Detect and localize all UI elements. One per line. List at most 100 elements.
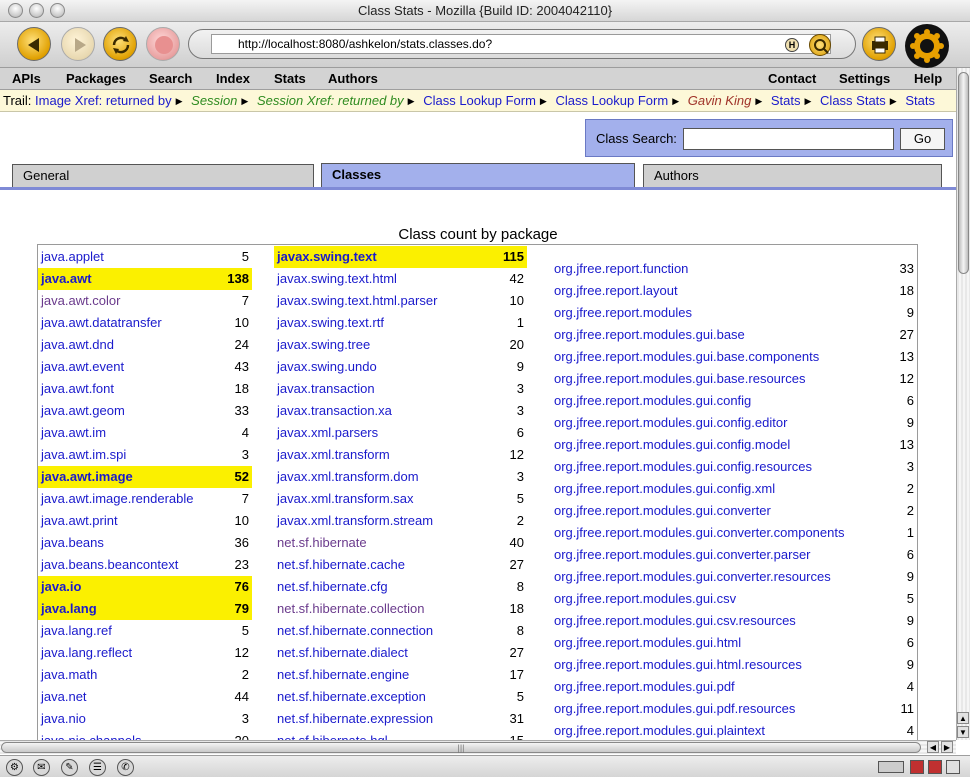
go-button[interactable]: Go [900, 128, 945, 150]
trail-item-link[interactable]: Stats [905, 93, 935, 108]
trail-item[interactable]: Class Lookup Form ▶ [420, 93, 552, 108]
package-link[interactable]: net.sf.hibernate.engine [277, 664, 409, 686]
package-link[interactable]: org.jfree.report.modules.gui.config.xml [554, 478, 775, 500]
trail-item-link[interactable]: Class Stats [820, 93, 886, 108]
package-link[interactable]: javax.swing.text.rtf [277, 312, 384, 334]
package-link[interactable]: org.jfree.report.modules.gui.base [554, 324, 745, 346]
package-link[interactable]: org.jfree.report.modules.gui.base.resour… [554, 368, 805, 390]
package-link[interactable]: net.sf.hibernate.dialect [277, 642, 408, 664]
package-link[interactable]: org.jfree.report.modules.gui.html [554, 632, 741, 654]
package-link[interactable]: org.jfree.report.modules.gui.config [554, 390, 751, 412]
close-window-icon[interactable] [8, 3, 23, 18]
package-link[interactable]: org.jfree.report.function [554, 258, 688, 280]
package-link[interactable]: java.awt.font [41, 378, 114, 400]
trail-item[interactable]: Stats ▶ [767, 93, 816, 108]
package-link[interactable]: java.awt [41, 268, 92, 290]
package-link[interactable]: org.jfree.report.modules.gui.plaintext [554, 720, 765, 742]
package-link[interactable]: javax.swing.undo [277, 356, 377, 378]
package-link[interactable]: java.lang.ref [41, 620, 112, 642]
package-link[interactable]: javax.swing.text.html.parser [277, 290, 437, 312]
menu-search[interactable]: Search [149, 68, 192, 90]
class-search-input[interactable] [683, 128, 894, 150]
search-icon[interactable] [809, 34, 831, 56]
trail-item-link[interactable]: Session Xref: returned by [257, 93, 404, 108]
trail-item-link[interactable]: Image Xref: returned by [35, 93, 172, 108]
package-link[interactable]: org.jfree.report.layout [554, 280, 678, 302]
package-link[interactable]: net.sf.hibernate.connection [277, 620, 433, 642]
package-link[interactable]: javax.xml.transform.sax [277, 488, 414, 510]
package-link[interactable]: java.lang [41, 598, 97, 620]
trail-item[interactable]: Class Stats ▶ [816, 93, 901, 108]
package-link[interactable]: org.jfree.report.modules.gui.converter.c… [554, 522, 845, 544]
reload-button[interactable] [103, 27, 137, 61]
package-link[interactable]: java.beans.beancontext [41, 554, 178, 576]
package-link[interactable]: java.awt.image.renderable [41, 488, 193, 510]
package-link[interactable]: javax.transaction.xa [277, 400, 392, 422]
package-link[interactable]: net.sf.hibernate.cfg [277, 576, 388, 598]
mail-icon[interactable]: ✉ [33, 759, 50, 776]
trail-item[interactable]: Session Xref: returned by ▶ [253, 93, 419, 108]
navigator-icon[interactable]: ⚙ [6, 759, 23, 776]
address-book-icon[interactable]: ☰ [89, 759, 106, 776]
stop-button[interactable] [146, 27, 180, 61]
package-link[interactable]: net.sf.hibernate [277, 532, 367, 554]
menu-index[interactable]: Index [216, 68, 250, 90]
chat-icon[interactable]: ✆ [117, 759, 134, 776]
package-link[interactable]: org.jfree.report.modules.gui.config.edit… [554, 412, 787, 434]
trail-item[interactable]: Image Xref: returned by ▶ [35, 93, 188, 108]
menu-stats[interactable]: Stats [274, 68, 306, 90]
package-link[interactable]: javax.swing.tree [277, 334, 370, 356]
package-link[interactable]: java.awt.geom [41, 400, 125, 422]
package-link[interactable]: javax.transaction [277, 378, 375, 400]
menu-apis[interactable]: APIs [12, 68, 41, 90]
package-link[interactable]: org.jfree.report.modules.gui.config.mode… [554, 434, 790, 456]
trail-item-link[interactable]: Class Lookup Form [555, 93, 668, 108]
trail-item[interactable]: Session ▶ [188, 93, 254, 108]
package-link[interactable]: java.awt.dnd [41, 334, 114, 356]
trail-item-link[interactable]: Session [191, 93, 237, 108]
package-link[interactable]: org.jfree.report.modules.gui.csv [554, 588, 736, 610]
package-link[interactable]: java.lang.reflect [41, 642, 132, 664]
menu-settings[interactable]: Settings [839, 68, 890, 90]
package-link[interactable]: net.sf.hibernate.cache [277, 554, 405, 576]
menu-authors[interactable]: Authors [328, 68, 378, 90]
print-button[interactable] [862, 27, 896, 61]
package-link[interactable]: java.applet [41, 246, 104, 268]
tab-classes[interactable]: Classes [321, 163, 635, 188]
menu-packages[interactable]: Packages [66, 68, 126, 90]
menu-help[interactable]: Help [914, 68, 942, 90]
forward-button[interactable] [61, 27, 95, 61]
history-icon[interactable]: H [785, 38, 799, 52]
package-link[interactable]: org.jfree.report.modules.gui.config.reso… [554, 456, 812, 478]
package-link[interactable]: java.awt.image [41, 466, 133, 488]
scroll-left-arrow[interactable]: ◀ [927, 741, 939, 753]
trail-item-link[interactable]: Class Lookup Form [423, 93, 536, 108]
package-link[interactable]: org.jfree.report.modules.gui.converter.p… [554, 544, 811, 566]
package-link[interactable]: java.awt.datatransfer [41, 312, 162, 334]
package-link[interactable]: org.jfree.report.modules.gui.pdf [554, 676, 735, 698]
trail-item[interactable]: Stats [902, 93, 935, 108]
package-link[interactable]: javax.xml.parsers [277, 422, 378, 444]
vertical-scroll-thumb[interactable] [958, 72, 969, 274]
package-link[interactable]: net.sf.hibernate.expression [277, 708, 433, 730]
package-link[interactable]: java.beans [41, 532, 104, 554]
scroll-down-arrow[interactable]: ▼ [957, 726, 969, 738]
horizontal-scroll-thumb[interactable]: ||| [1, 742, 921, 753]
trail-item[interactable]: Class Lookup Form ▶ [552, 93, 684, 108]
horizontal-scrollbar[interactable]: ||| ◀ ▶ [0, 740, 956, 754]
package-link[interactable]: java.math [41, 664, 97, 686]
package-link[interactable]: org.jfree.report.modules [554, 302, 692, 324]
package-link[interactable]: org.jfree.report.modules.gui.pdf.resourc… [554, 698, 795, 720]
package-link[interactable]: javax.xml.transform.stream [277, 510, 433, 532]
trail-item-link[interactable]: Gavin King [688, 93, 752, 108]
package-link[interactable]: java.net [41, 686, 87, 708]
back-button[interactable] [17, 27, 51, 61]
url-input[interactable]: http://localhost:8080/ashkelon/stats.cla… [211, 34, 831, 54]
trail-item-link[interactable]: Stats [771, 93, 801, 108]
package-link[interactable]: java.io [41, 576, 81, 598]
minimize-window-icon[interactable] [29, 3, 44, 18]
package-link[interactable]: net.sf.hibernate.collection [277, 598, 424, 620]
zoom-window-icon[interactable] [50, 3, 65, 18]
package-link[interactable]: java.awt.event [41, 356, 124, 378]
composer-icon[interactable]: ✎ [61, 759, 78, 776]
